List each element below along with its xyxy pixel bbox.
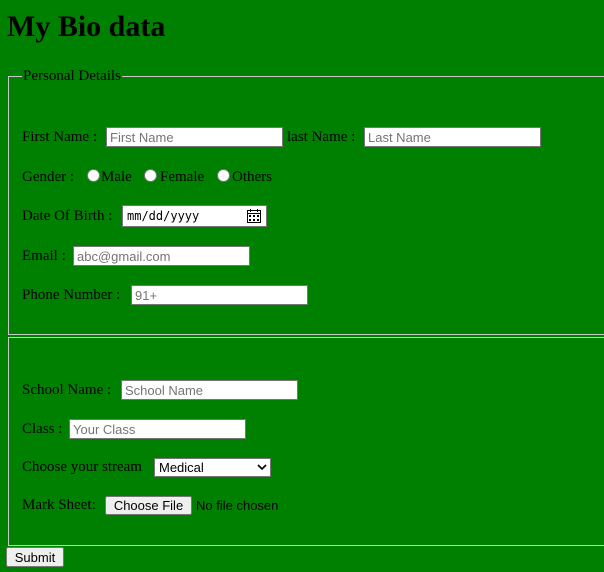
first-name-input[interactable]: [106, 127, 283, 147]
gender-others-radio[interactable]: [217, 169, 230, 182]
stream-select[interactable]: Medical: [154, 458, 271, 477]
email-label: Email :: [22, 248, 66, 264]
gender-others-label: Others: [232, 169, 272, 185]
submit-button[interactable]: Submit: [6, 547, 64, 567]
school-name-input[interactable]: [121, 380, 298, 400]
choose-file-button[interactable]: Choose File: [105, 496, 192, 515]
dob-label: Date Of Birth :: [22, 208, 113, 224]
email-input[interactable]: [73, 246, 250, 266]
no-file-chosen-text: No file chosen: [196, 498, 279, 513]
phone-input[interactable]: [131, 285, 308, 305]
gender-female-label: Female: [160, 169, 205, 185]
marksheet-label: Mark Sheet:: [22, 497, 96, 513]
school-details-fieldset: [8, 337, 604, 546]
stream-selected-value: Medical: [159, 460, 204, 475]
personal-details-legend: Personal Details: [22, 68, 122, 85]
class-label: Class :: [22, 421, 63, 437]
calendar-icon[interactable]: [247, 209, 261, 223]
dob-date-input[interactable]: mm/dd/yyyy: [122, 205, 267, 227]
last-name-input[interactable]: [364, 127, 541, 147]
gender-male-label: Male: [101, 169, 132, 185]
gender-label: Gender :: [22, 169, 75, 185]
stream-label: Choose your stream: [22, 459, 142, 475]
dob-placeholder: mm/dd/yyyy: [127, 209, 200, 223]
school-name-label: School Name :: [22, 382, 112, 398]
last-name-label: last Name :: [287, 129, 356, 145]
chevron-down-icon: [257, 464, 267, 471]
gender-male-radio[interactable]: [87, 169, 100, 182]
class-input[interactable]: [69, 419, 246, 439]
phone-label: Phone Number :: [22, 287, 121, 303]
page-title: My Bio data: [7, 10, 166, 43]
gender-female-radio[interactable]: [144, 169, 157, 182]
first-name-label: First Name :: [22, 129, 97, 145]
